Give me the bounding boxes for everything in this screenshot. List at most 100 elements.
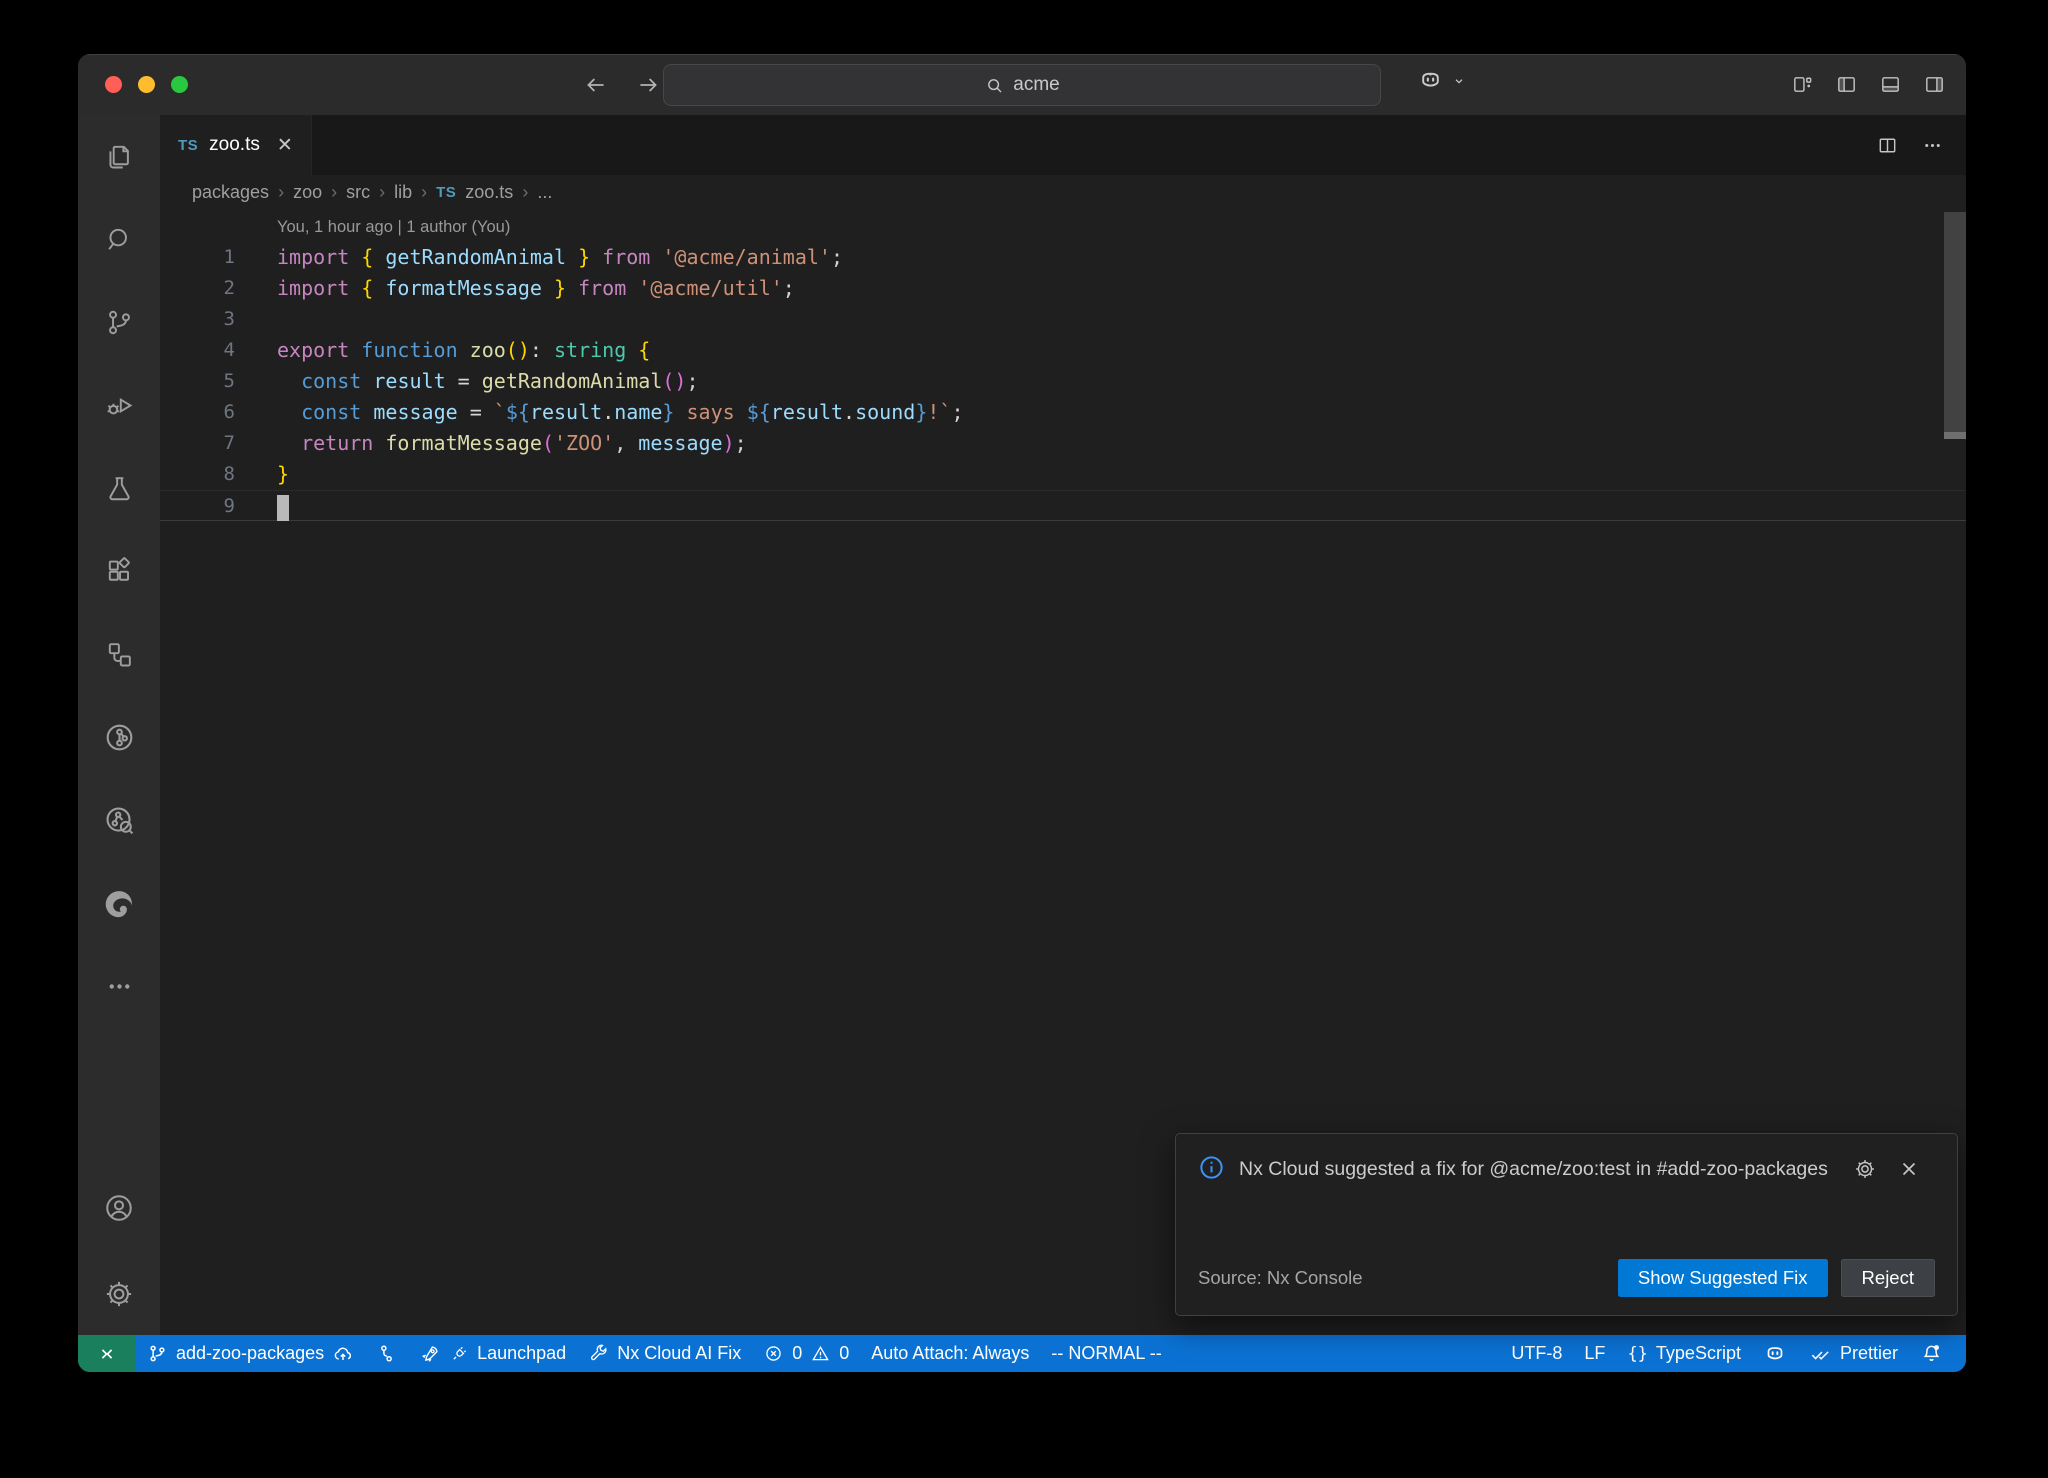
testing-icon[interactable] [78, 447, 160, 530]
code-text [235, 491, 289, 520]
line-number[interactable]: 3 [160, 304, 235, 335]
git-blame-codelens[interactable]: You, 1 hour ago | 1 author (You) [160, 211, 1966, 242]
editor-cursor [277, 495, 289, 521]
formatter-item[interactable]: Prettier [1798, 1335, 1909, 1372]
remote-icon [96, 1343, 118, 1365]
back-arrow-icon[interactable] [583, 72, 609, 98]
formatter-label: Prettier [1840, 1343, 1898, 1364]
edge-browser-icon[interactable] [78, 862, 160, 945]
code-line[interactable]: 7 return formatMessage('ZOO', message); [160, 428, 1966, 459]
notification-close-icon[interactable] [1897, 1157, 1921, 1181]
toggle-panel-icon[interactable] [1879, 73, 1902, 96]
double-check-icon [1809, 1342, 1832, 1365]
search-icon [984, 75, 1005, 96]
chevron-right-icon: › [278, 182, 284, 203]
explorer-icon[interactable] [78, 115, 160, 198]
show-suggested-fix-button[interactable]: Show Suggested Fix [1618, 1259, 1828, 1297]
problems-item[interactable]: 0 0 [752, 1335, 860, 1372]
code-line[interactable]: 6 const message = `${result.name} says $… [160, 397, 1966, 428]
reject-button[interactable]: Reject [1841, 1259, 1935, 1297]
code-lines: 1import { getRandomAnimal } from '@acme/… [160, 242, 1966, 521]
branch-name: add-zoo-packages [176, 1343, 324, 1364]
code-line[interactable]: 9 [160, 490, 1966, 521]
pipeline-icon [376, 1343, 397, 1364]
more-views-icon[interactable] [78, 945, 160, 1028]
notification-settings-gear-icon[interactable] [1853, 1157, 1877, 1181]
breadcrumb-zoo[interactable]: zoo [293, 182, 322, 203]
eol-label: LF [1584, 1343, 1605, 1364]
code-text: const message = `${result.name} says ${r… [235, 397, 964, 428]
notification-message: Nx Cloud suggested a fix for @acme/zoo:t… [1239, 1154, 1839, 1184]
breadcrumb-lib[interactable]: lib [394, 182, 412, 203]
tab-close-icon[interactable]: ✕ [277, 136, 293, 155]
zoom-window-button[interactable] [171, 76, 188, 93]
settings-gear-icon[interactable] [78, 1252, 160, 1335]
line-number[interactable]: 1 [160, 242, 235, 273]
copilot-icon [1763, 1342, 1787, 1366]
encoding-item[interactable]: UTF-8 [1500, 1335, 1573, 1372]
language-mode-item[interactable]: {} TypeScript [1616, 1335, 1752, 1372]
git-branch-icon [147, 1343, 168, 1364]
nx-cloud-fix-item[interactable]: Nx Cloud AI Fix [577, 1335, 752, 1372]
customize-layout-icon[interactable] [1791, 73, 1814, 96]
vim-mode-item[interactable]: -- NORMAL -- [1040, 1335, 1172, 1372]
language-label: TypeScript [1656, 1343, 1741, 1364]
extensions-icon[interactable] [78, 530, 160, 613]
error-icon [763, 1343, 784, 1364]
split-editor-icon[interactable] [1876, 134, 1899, 157]
breadcrumb-packages[interactable]: packages [192, 182, 269, 203]
tab-zoo-ts[interactable]: TS zoo.ts ✕ [160, 115, 312, 175]
nx-cloud-fix-label: Nx Cloud AI Fix [617, 1343, 741, 1364]
code-line[interactable]: 3 [160, 304, 1966, 335]
code-line[interactable]: 2import { formatMessage } from '@acme/ut… [160, 273, 1966, 304]
breadcrumb-file[interactable]: zoo.ts [465, 182, 513, 203]
notifications-bell[interactable] [1909, 1335, 1954, 1372]
nx-cloud-icon[interactable] [78, 779, 160, 862]
toggle-secondary-sidebar-icon[interactable] [1923, 73, 1946, 96]
forward-arrow-icon[interactable] [635, 72, 661, 98]
chevron-right-icon: › [421, 182, 427, 203]
tab-label: zoo.ts [209, 134, 260, 156]
type-hierarchy-icon[interactable] [78, 613, 160, 696]
eol-item[interactable]: LF [1573, 1335, 1616, 1372]
nx-graph-item[interactable] [365, 1335, 408, 1372]
toggle-primary-sidebar-icon[interactable] [1835, 73, 1858, 96]
code-text: return formatMessage('ZOO', message); [235, 428, 747, 459]
code-line[interactable]: 5 const result = getRandomAnimal(); [160, 366, 1966, 397]
run-and-debug-icon[interactable] [78, 364, 160, 447]
overview-ruler-mark [1944, 432, 1966, 439]
breadcrumb-symbol[interactable]: ... [537, 182, 552, 203]
launchpad-item[interactable]: Launchpad [408, 1335, 577, 1372]
remote-indicator[interactable] [78, 1335, 136, 1372]
minimize-window-button[interactable] [138, 76, 155, 93]
nx-console-icon[interactable] [78, 696, 160, 779]
line-number[interactable]: 5 [160, 366, 235, 397]
activity-bar [78, 115, 160, 1335]
search-view-icon[interactable] [78, 198, 160, 281]
vscode-window: acme [78, 54, 1966, 1372]
copilot-menu-button[interactable] [1417, 67, 1468, 94]
line-number[interactable]: 6 [160, 397, 235, 428]
line-number[interactable]: 8 [160, 459, 235, 490]
line-number[interactable]: 9 [160, 491, 235, 520]
code-text: import { formatMessage } from '@acme/uti… [235, 273, 795, 304]
info-icon [1198, 1154, 1225, 1181]
line-number[interactable]: 2 [160, 273, 235, 304]
auto-attach-item[interactable]: Auto Attach: Always [860, 1335, 1040, 1372]
search-box[interactable]: acme [663, 64, 1381, 106]
source-control-icon[interactable] [78, 281, 160, 364]
breadcrumb-src[interactable]: src [346, 182, 370, 203]
warning-count: 0 [839, 1343, 849, 1364]
bell-icon [1920, 1342, 1943, 1365]
copilot-status-item[interactable] [1752, 1335, 1798, 1372]
accounts-icon[interactable] [78, 1169, 160, 1252]
code-line[interactable]: 1import { getRandomAnimal } from '@acme/… [160, 242, 1966, 273]
close-window-button[interactable] [105, 76, 122, 93]
code-line[interactable]: 8} [160, 459, 1966, 490]
line-number[interactable]: 4 [160, 335, 235, 366]
code-line[interactable]: 4export function zoo(): string { [160, 335, 1966, 366]
git-branch-item[interactable]: add-zoo-packages [136, 1335, 365, 1372]
editor-scrollbar[interactable] [1944, 212, 1966, 432]
editor-more-actions-icon[interactable] [1921, 134, 1944, 157]
line-number[interactable]: 7 [160, 428, 235, 459]
